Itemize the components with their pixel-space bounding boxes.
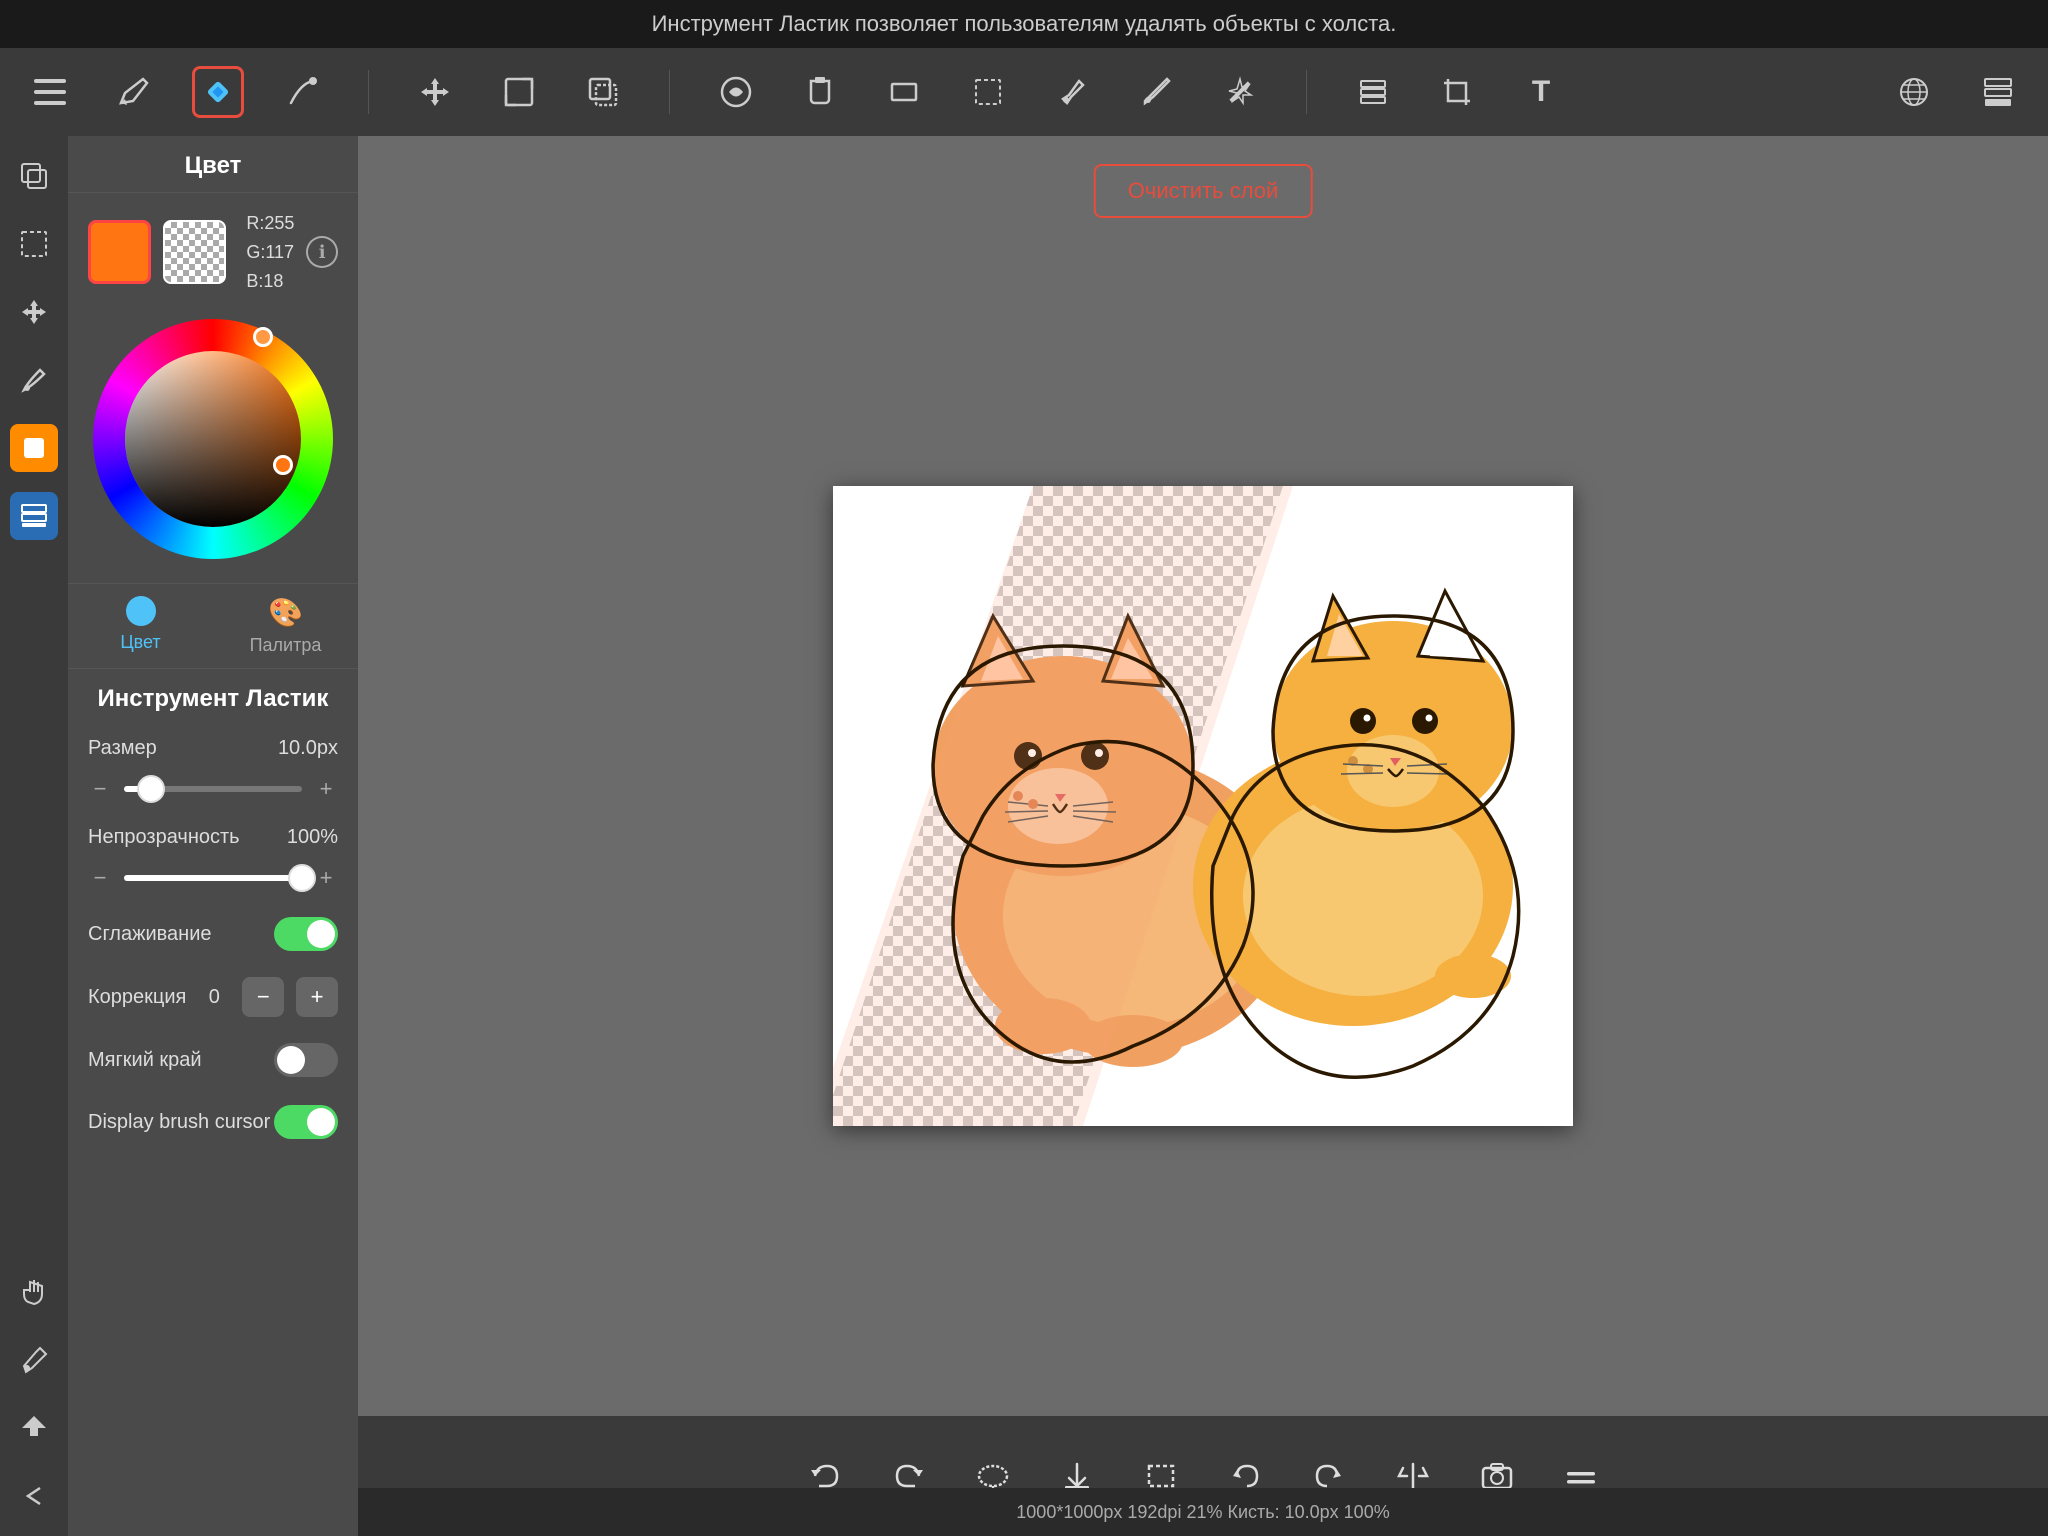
layers-btn-icon[interactable] <box>1347 66 1399 118</box>
text-tool-icon[interactable]: T <box>1515 66 1567 118</box>
palette-tab-label: Палитра <box>250 635 322 656</box>
duplicate-icon[interactable] <box>10 152 58 200</box>
fill-tool-icon[interactable] <box>710 66 762 118</box>
status-text: 1000*1000px 192dpi 21% Кисть: 10.0px 100… <box>1016 1502 1389 1523</box>
left-sidebar <box>0 136 68 1536</box>
rgb-values: R:255 G:117 B:18 <box>246 209 294 295</box>
primary-color-swatch[interactable] <box>88 220 151 284</box>
secondary-color-swatch[interactable] <box>163 220 226 284</box>
canvas-frame[interactable] <box>833 486 1573 1126</box>
pencil-tool-icon[interactable] <box>108 66 160 118</box>
notification-text: Инструмент Ластик позволяет пользователя… <box>652 11 1397 37</box>
canvas-area: Очистить слой <box>358 136 2048 1476</box>
correction-label: Коррекция <box>88 986 186 1009</box>
notification-bar: Инструмент Ластик позволяет пользователя… <box>0 0 2048 48</box>
opacity-slider[interactable] <box>124 875 302 881</box>
soft-edge-toggle[interactable] <box>274 1043 338 1077</box>
smudge-tool-icon[interactable] <box>276 66 328 118</box>
saturation-value-picker[interactable] <box>125 351 301 527</box>
eyedropper-icon[interactable] <box>1046 66 1098 118</box>
color-tab-icon <box>126 596 156 626</box>
tab-color[interactable]: Цвет <box>68 584 213 668</box>
menu-icon[interactable] <box>24 66 76 118</box>
size-value: 10.0px <box>278 737 338 760</box>
size-setting: Размер 10.0px <box>68 725 358 772</box>
smoothing-toggle-thumb <box>307 920 335 948</box>
size-slider-row: − + <box>68 772 358 814</box>
color-tab-label: Цвет <box>120 632 160 653</box>
size-minus-button[interactable]: − <box>88 776 112 802</box>
canvas-resize-icon[interactable] <box>493 66 545 118</box>
hand-tool-icon[interactable] <box>10 1268 58 1316</box>
status-bar: 1000*1000px 192dpi 21% Кисть: 10.0px 100… <box>358 1488 2048 1536</box>
magic-wand-icon[interactable] <box>1214 66 1266 118</box>
cat-illustration <box>833 486 1573 1126</box>
clear-layer-button[interactable]: Очистить слой <box>1094 164 1313 218</box>
transform-sidebar-icon[interactable] <box>10 288 58 336</box>
color-active-icon[interactable] <box>10 424 58 472</box>
opacity-setting: Непрозрачность 100% <box>68 814 358 861</box>
color-panel: Цвет R:255 G:117 B:18 ℹ Цвет 🎨 <box>68 136 358 1536</box>
share-icon[interactable] <box>10 1404 58 1452</box>
color-tabs: Цвет 🎨 Палитра <box>68 583 358 668</box>
back-icon[interactable] <box>10 1472 58 1520</box>
opacity-plus-button[interactable]: + <box>314 865 338 891</box>
correction-value: 0 <box>198 986 230 1009</box>
smoothing-label: Сглаживание <box>88 923 274 946</box>
opacity-slider-row: − + <box>68 861 358 903</box>
color-picker-inner[interactable] <box>125 351 301 527</box>
color-wheel-container <box>68 311 358 575</box>
edit-icon[interactable] <box>1130 66 1182 118</box>
size-label: Размер <box>88 737 208 760</box>
rectangle-tool-icon[interactable] <box>878 66 930 118</box>
selection-tool-icon[interactable] <box>962 66 1014 118</box>
correction-plus-button[interactable]: + <box>296 977 338 1017</box>
main-toolbar: T <box>0 48 2048 136</box>
smoothing-toggle[interactable] <box>274 917 338 951</box>
display-brush-cursor-label: Display brush cursor <box>88 1111 274 1134</box>
opacity-label: Непрозрачность <box>88 826 240 849</box>
layers-right-icon[interactable] <box>1972 66 2024 118</box>
opacity-slider-fill <box>124 875 302 881</box>
soft-edge-label: Мягкий край <box>88 1049 274 1072</box>
tab-palette[interactable]: 🎨 Палитра <box>213 584 358 668</box>
brush-sidebar-icon[interactable] <box>10 356 58 404</box>
soft-edge-toggle-thumb <box>277 1046 305 1074</box>
color-info-button[interactable]: ℹ <box>306 236 338 268</box>
layers-sidebar-icon[interactable] <box>10 492 58 540</box>
transform-icon[interactable] <box>577 66 629 118</box>
opacity-slider-thumb[interactable] <box>288 864 316 892</box>
correction-row: Коррекция 0 − + <box>68 965 358 1029</box>
opacity-value: 100% <box>287 826 338 849</box>
display-brush-cursor-toggle[interactable] <box>274 1105 338 1139</box>
size-slider-thumb[interactable] <box>137 775 165 803</box>
move-tool-icon[interactable] <box>409 66 461 118</box>
color-wheel[interactable] <box>93 319 333 559</box>
size-slider[interactable] <box>124 786 302 792</box>
color-swatches: R:255 G:117 B:18 ℹ <box>68 193 358 311</box>
eyedropper-sidebar-icon[interactable] <box>10 1336 58 1384</box>
paint-bucket-icon[interactable] <box>794 66 846 118</box>
soft-edge-row: Мягкий край <box>68 1029 358 1091</box>
palette-tab-icon: 🎨 <box>268 596 303 629</box>
eraser-tool-icon[interactable] <box>192 66 244 118</box>
globe-icon[interactable] <box>1888 66 1940 118</box>
display-brush-cursor-toggle-thumb <box>307 1108 335 1136</box>
size-plus-button[interactable]: + <box>314 776 338 802</box>
selection-sidebar-icon[interactable] <box>10 220 58 268</box>
smoothing-row: Сглаживание <box>68 903 358 965</box>
panel-title: Цвет <box>68 136 358 193</box>
hue-handle[interactable] <box>253 327 273 347</box>
display-brush-cursor-row: Display brush cursor <box>68 1091 358 1153</box>
tool-name: Инструмент Ластик <box>68 668 358 725</box>
correction-minus-button[interactable]: − <box>242 977 284 1017</box>
crop-icon[interactable] <box>1431 66 1483 118</box>
opacity-minus-button[interactable]: − <box>88 865 112 891</box>
